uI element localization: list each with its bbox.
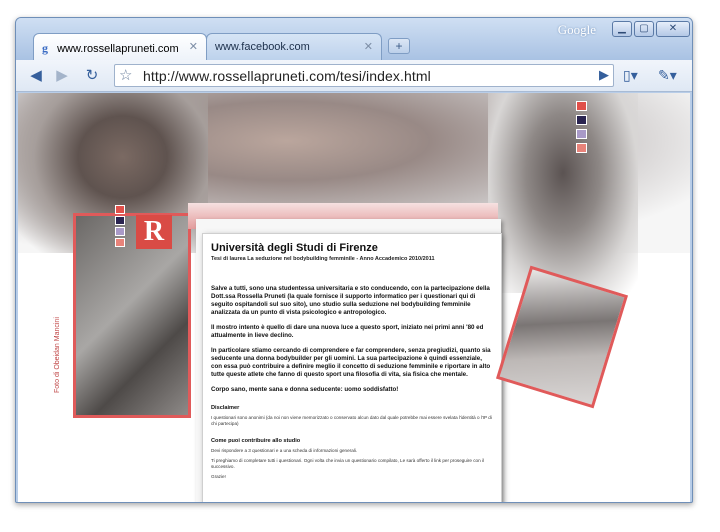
title-bar: Google ▁ ▢ ✕ g www.rossellapruneti.com ✕… — [16, 18, 692, 60]
close-window-button[interactable]: ✕ — [656, 21, 690, 37]
new-tab-button[interactable]: + — [388, 38, 410, 54]
google-favicon-icon: g — [42, 41, 48, 55]
photo-credit: Foto di Obeidan Mancini — [54, 317, 61, 393]
maximize-button[interactable]: ▢ — [634, 21, 654, 37]
header-photo-right — [488, 93, 638, 293]
site-logo[interactable]: R — [136, 215, 172, 249]
color-swatch — [576, 129, 587, 139]
contribute-title: Come puoi contribuire allo studio — [211, 438, 301, 444]
intro-paragraph: Salve a tutti, sono una studentessa univ… — [211, 285, 490, 316]
browser-window: Google ▁ ▢ ✕ g www.rossellapruneti.com ✕… — [15, 17, 693, 503]
color-swatch — [576, 143, 587, 153]
go-icon[interactable]: ▶ — [599, 67, 609, 83]
disclaimer-title: Disclaimer — [211, 405, 240, 411]
toolbar: ◀ ▶ ↻ ☆ http://www.rossellapruneti.com/t… — [16, 60, 692, 92]
contribute-text: Devi rispondere a 3 questionari e a una … — [211, 448, 358, 453]
tab-rossellapruneti[interactable]: g www.rossellapruneti.com ✕ — [33, 33, 207, 60]
page-title: Università degli Studi di Firenze — [211, 242, 378, 254]
close-tab-icon[interactable]: ✕ — [364, 40, 373, 53]
color-swatch — [115, 227, 125, 236]
contribute-text: Ti preghiamo di completare tutti i quest… — [211, 458, 484, 469]
intent-paragraph: Il mostro intento è quello di dare una n… — [211, 324, 484, 339]
purpose-paragraph: In particolare stiamo cercando di compre… — [211, 347, 491, 378]
back-button[interactable]: ◀ — [26, 66, 46, 86]
tab-title: www.rossellapruneti.com — [57, 43, 179, 55]
motto-paragraph: Corpo sano, mente sana e donna seducente… — [211, 386, 399, 393]
tab-title: www.facebook.com — [215, 41, 310, 53]
left-swatch-column — [115, 205, 125, 249]
close-tab-icon[interactable]: ✕ — [189, 40, 198, 53]
color-swatch — [115, 216, 125, 225]
left-photo-frame — [73, 213, 191, 418]
color-swatch — [115, 205, 125, 214]
thesis-paper: Università degli Studi di Firenze Tesi d… — [202, 233, 502, 502]
minimize-button[interactable]: ▁ — [612, 21, 632, 37]
bookmark-star-icon[interactable]: ☆ — [119, 66, 132, 84]
disclaimer-text: I questionari sono anonimi (da noi non v… — [211, 415, 492, 426]
reload-button[interactable]: ↻ — [82, 66, 102, 86]
url-text[interactable]: http://www.rossellapruneti.com/tesi/inde… — [143, 68, 431, 84]
page-menu-icon[interactable]: ▯▾ — [623, 67, 638, 84]
browser-brand: Google — [557, 22, 596, 37]
wrench-menu-icon[interactable]: ✎▾ — [658, 67, 677, 84]
forward-button[interactable]: ▶ — [52, 66, 72, 86]
color-swatch — [115, 238, 125, 247]
color-swatch — [576, 115, 587, 125]
page-content: R Foto di Obeidan Mancini Università deg… — [18, 93, 690, 502]
thanks-text: Grazie! — [211, 474, 226, 479]
tab-facebook[interactable]: www.facebook.com ✕ — [206, 33, 382, 60]
color-swatch — [576, 101, 587, 111]
address-bar[interactable]: ☆ http://www.rossellapruneti.com/tesi/in… — [114, 64, 614, 87]
